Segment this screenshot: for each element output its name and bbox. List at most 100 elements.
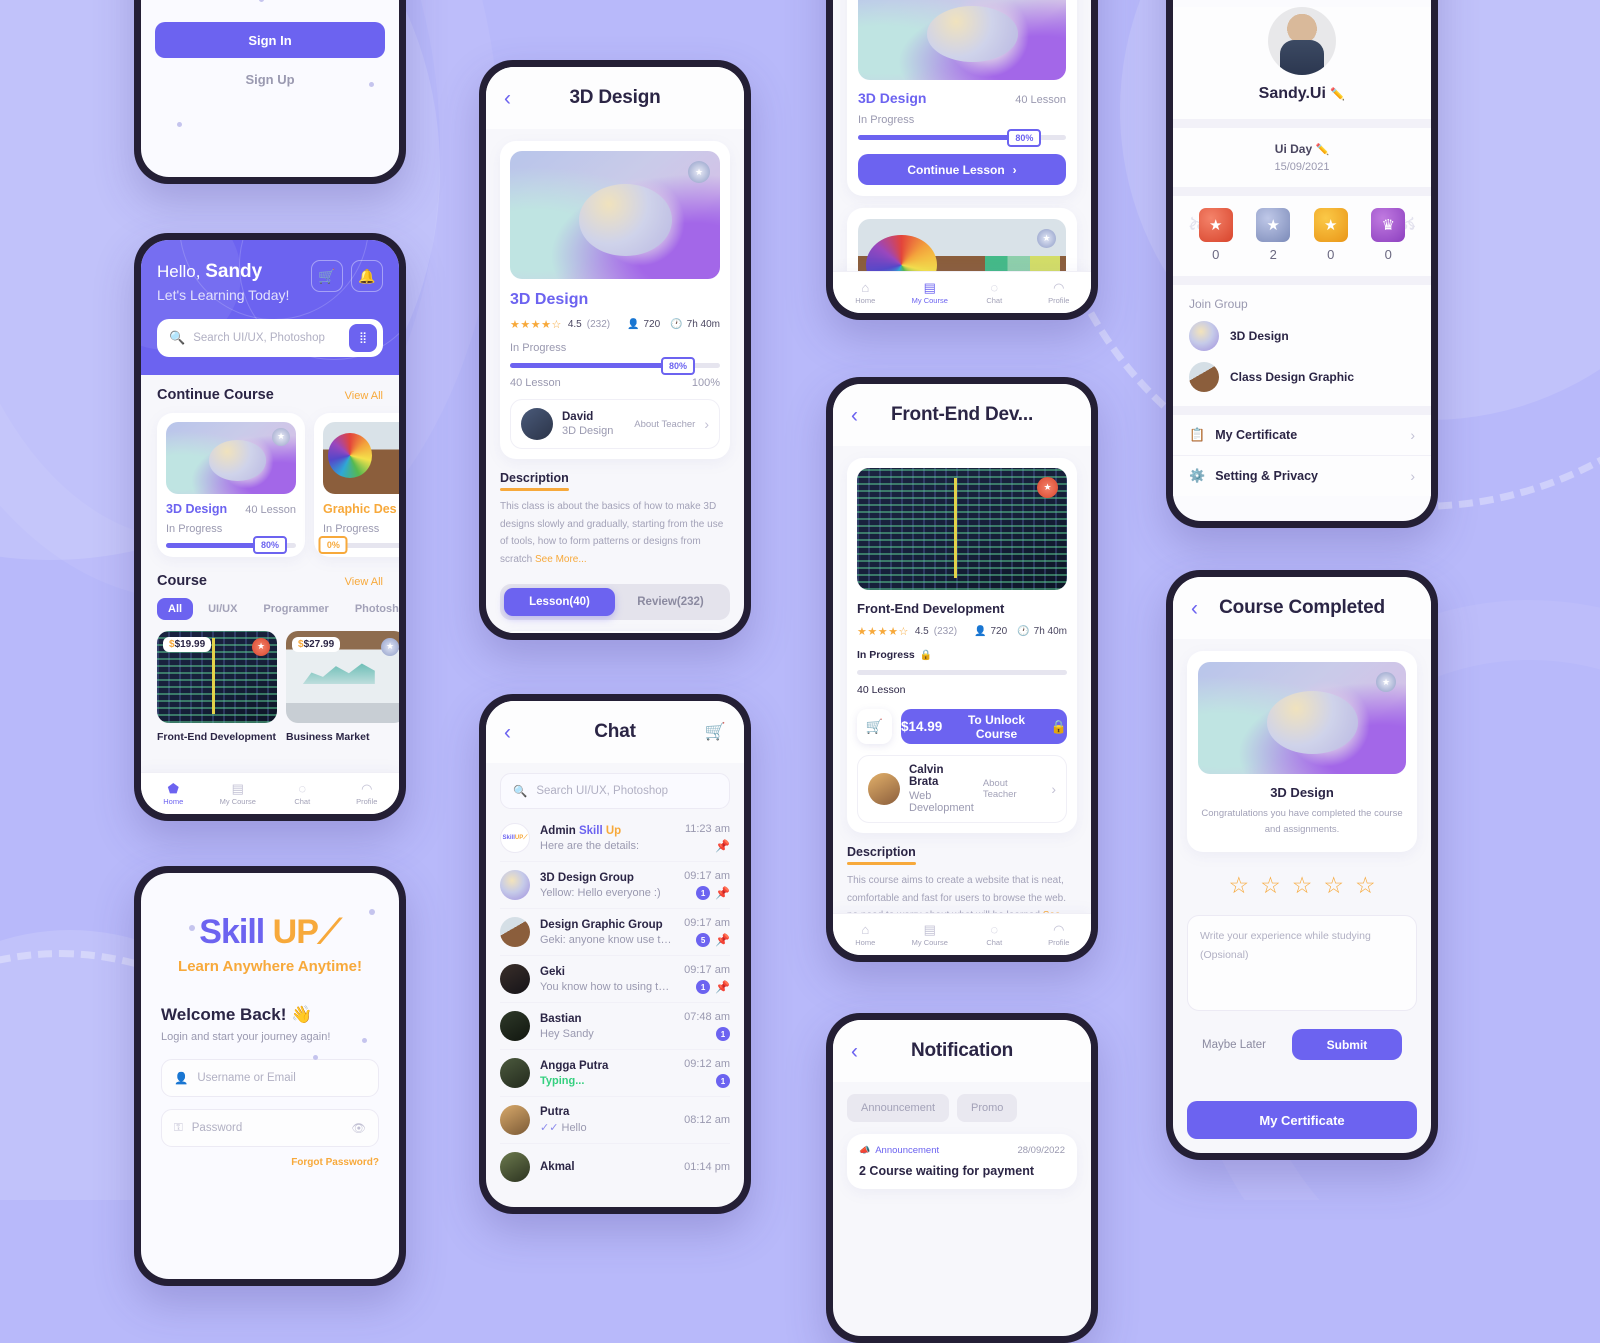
nav-home[interactable]: ⬟ Home	[141, 781, 206, 807]
forgot-password-link[interactable]: Forgot Password?	[161, 1157, 379, 1168]
detail-tabs[interactable]: Lesson(40) Review(232)	[500, 584, 730, 620]
pencil-icon[interactable]: ✏️	[1316, 144, 1330, 156]
tab-review[interactable]: Review(232)	[615, 588, 726, 616]
chat-list-item[interactable]: 3D Design Group Yellow: Hello everyone :…	[500, 862, 730, 909]
section-divider	[1173, 187, 1431, 196]
avatar[interactable]	[1268, 7, 1336, 75]
back-icon[interactable]: ‹	[851, 405, 858, 426]
cart-button[interactable]: 🛒	[857, 709, 892, 744]
nav-profile[interactable]: ◠ Profile	[1027, 922, 1092, 948]
filter-chip-uiux[interactable]: UI/UX	[197, 598, 248, 620]
unlock-course-button[interactable]: $14.99 To Unlock Course 🔒	[901, 709, 1067, 744]
search-bar[interactable]: 🔍 Search UI/UX, Photoshop ⣿	[157, 318, 383, 357]
nav-home[interactable]: ⌂ Home	[833, 280, 898, 306]
review-textarea[interactable]: Write your experience while studying (Op…	[1187, 915, 1417, 1012]
username-field[interactable]: 👤 Username or Email	[161, 1059, 379, 1097]
my-course-card-1[interactable]: 3D Design 40 Lesson In Progress 80% Cont…	[847, 0, 1077, 196]
see-more-link[interactable]: See More...	[535, 554, 587, 565]
back-icon[interactable]: ‹	[504, 88, 511, 109]
star-3[interactable]: ☆	[1292, 872, 1313, 899]
nav-chat[interactable]: ◌ Chat	[962, 280, 1027, 306]
continue-view-all[interactable]: View All	[345, 390, 383, 402]
menu-my-certificate[interactable]: 📋 My Certificate ›	[1173, 415, 1431, 456]
nav-my-course[interactable]: ▤ My Course	[898, 280, 963, 306]
star-2[interactable]: ☆	[1260, 872, 1281, 899]
bottom-navigation[interactable]: ⌂ Home ▤ My Course ◌ Chat ◠ Profile	[833, 913, 1091, 955]
nav-profile[interactable]: ◠ Profile	[335, 781, 400, 807]
my-course-card-2[interactable]: ★ Graphic Design 30 Lesson In Progress 0…	[847, 208, 1077, 271]
course-card[interactable]: $$27.99 ★ Business Market	[286, 630, 399, 743]
course-card[interactable]: $$19.99 ★ Front-End Development	[157, 630, 277, 743]
introduction-section[interactable]: Introduction ⌃	[500, 631, 730, 633]
bottom-navigation[interactable]: ⬟ Home ▤ My Course ◌ Chat ◠ Profile	[141, 772, 399, 814]
menu-setting-privacy[interactable]: ⚙️ Setting & Privacy ›	[1173, 456, 1431, 496]
medal-count: 0	[1384, 247, 1392, 262]
continue-course-title: Continue Course	[157, 386, 274, 403]
group-avatar	[1189, 321, 1219, 351]
my-certificate-button[interactable]: My Certificate	[1187, 1101, 1417, 1139]
tab-lesson[interactable]: Lesson(40)	[504, 588, 615, 616]
rating-stars[interactable]: ☆ ☆ ☆ ☆ ☆	[1187, 872, 1417, 899]
filter-chip-programmer[interactable]: Programmer	[252, 598, 339, 620]
tab-announcement[interactable]: Announcement	[847, 1094, 949, 1122]
search-input[interactable]: Search UI/UX, Photoshop	[193, 332, 349, 344]
filter-icon[interactable]: ⣿	[349, 323, 377, 352]
chat-list-item[interactable]: SkillUP⟋ Admin Skill Up Here are the det…	[500, 815, 730, 862]
filter-chip-photoshop[interactable]: Photoshop	[344, 598, 399, 620]
deco-dot-5	[369, 909, 375, 915]
students-count: 720	[643, 319, 661, 330]
star-5[interactable]: ☆	[1355, 872, 1376, 899]
continue-course-card[interactable]: Graphic Des In Progress 0%	[314, 412, 399, 557]
course-view-all[interactable]: View All	[345, 576, 383, 588]
filter-chip-all[interactable]: All	[157, 597, 194, 620]
chat-list-item[interactable]: Bastian Hey Sandy 07:48 am 1	[500, 1003, 730, 1050]
nav-chat[interactable]: ◌ Chat	[270, 781, 335, 807]
star-1[interactable]: ☆	[1228, 872, 1249, 899]
bottom-navigation[interactable]: ⌂ Home ▤ My Course ◌ Chat ◠ Profile	[833, 271, 1091, 313]
nav-my-course[interactable]: ▤ My Course	[206, 781, 271, 807]
cart-icon[interactable]: 🛒	[311, 260, 343, 292]
continue-course-card[interactable]: ★ 3D Design 40 Lesson In Progress 80%	[157, 412, 305, 557]
chat-appbar: ‹ Chat 🛒	[486, 701, 744, 763]
notification-tabs[interactable]: Announcement Promo	[833, 1082, 1091, 1122]
chat-list-item[interactable]: Geki You know how to using this tool? 09…	[500, 956, 730, 1003]
chat-list-item[interactable]: Angga Putra Typing... 09:12 am 1	[500, 1050, 730, 1097]
deco-dot-3	[177, 122, 182, 127]
group-item[interactable]: Class Design Graphic	[1189, 362, 1415, 392]
continue-lesson-button[interactable]: Continue Lesson ›	[858, 154, 1066, 185]
sign-up-link[interactable]: Sign Up	[245, 72, 294, 87]
search-input[interactable]: 🔍 Search UI/UX, Photoshop	[500, 773, 730, 809]
tab-promo[interactable]: Promo	[957, 1094, 1018, 1122]
teacher-row[interactable]: David 3D Design About Teacher ›	[510, 399, 720, 449]
avatar	[500, 917, 530, 947]
chat-list-item[interactable]: Putra ✓✓ Hello 08:12 am	[500, 1097, 730, 1144]
eye-off-icon[interactable]: 👁	[351, 1121, 366, 1135]
nav-chat[interactable]: ◌ Chat	[962, 922, 1027, 948]
about-teacher-link[interactable]: About Teacher	[634, 419, 695, 430]
chat-list-item[interactable]: Design Graphic Group Geki: anyone know u…	[500, 909, 730, 956]
profile-menu[interactable]: 📋 My Certificate › ⚙️ Setting & Privacy …	[1173, 415, 1431, 496]
back-icon[interactable]: ‹	[1191, 598, 1198, 619]
group-item[interactable]: 3D Design	[1189, 321, 1415, 351]
chat-list[interactable]: SkillUP⟋ Admin Skill Up Here are the det…	[486, 809, 744, 1207]
submit-button[interactable]: Submit	[1291, 1029, 1402, 1061]
back-icon[interactable]: ‹	[851, 1041, 858, 1062]
maybe-later-button[interactable]: Maybe Later	[1202, 1039, 1266, 1051]
about-teacher-link[interactable]: About Teacher	[983, 778, 1043, 800]
chat-list-item[interactable]: Akmal 01:14 pm	[500, 1144, 730, 1190]
notification-item[interactable]: 📣 Announcement 28/09/2022 2 Course waiti…	[847, 1134, 1077, 1189]
nav-home[interactable]: ⌂ Home	[833, 922, 898, 948]
book-icon: ▤	[923, 921, 936, 937]
cart-icon[interactable]: 🛒	[705, 722, 726, 742]
teacher-row[interactable]: Calvin Brata Web Development About Teach…	[857, 755, 1067, 823]
bell-icon[interactable]: 🔔	[351, 260, 383, 292]
nav-my-course[interactable]: ▤ My Course	[898, 922, 963, 948]
sign-in-button[interactable]: Sign In	[155, 22, 385, 58]
pencil-icon[interactable]: ✏️	[1330, 87, 1345, 101]
nav-profile[interactable]: ◠ Profile	[1027, 280, 1092, 306]
password-field[interactable]: ⚿ Password 👁	[161, 1109, 379, 1147]
welcome-subtitle: Login and start your journey again!	[161, 1031, 331, 1043]
back-icon[interactable]: ‹	[504, 722, 511, 743]
seal-badge-icon: ★	[381, 637, 399, 656]
star-4[interactable]: ☆	[1323, 872, 1344, 899]
